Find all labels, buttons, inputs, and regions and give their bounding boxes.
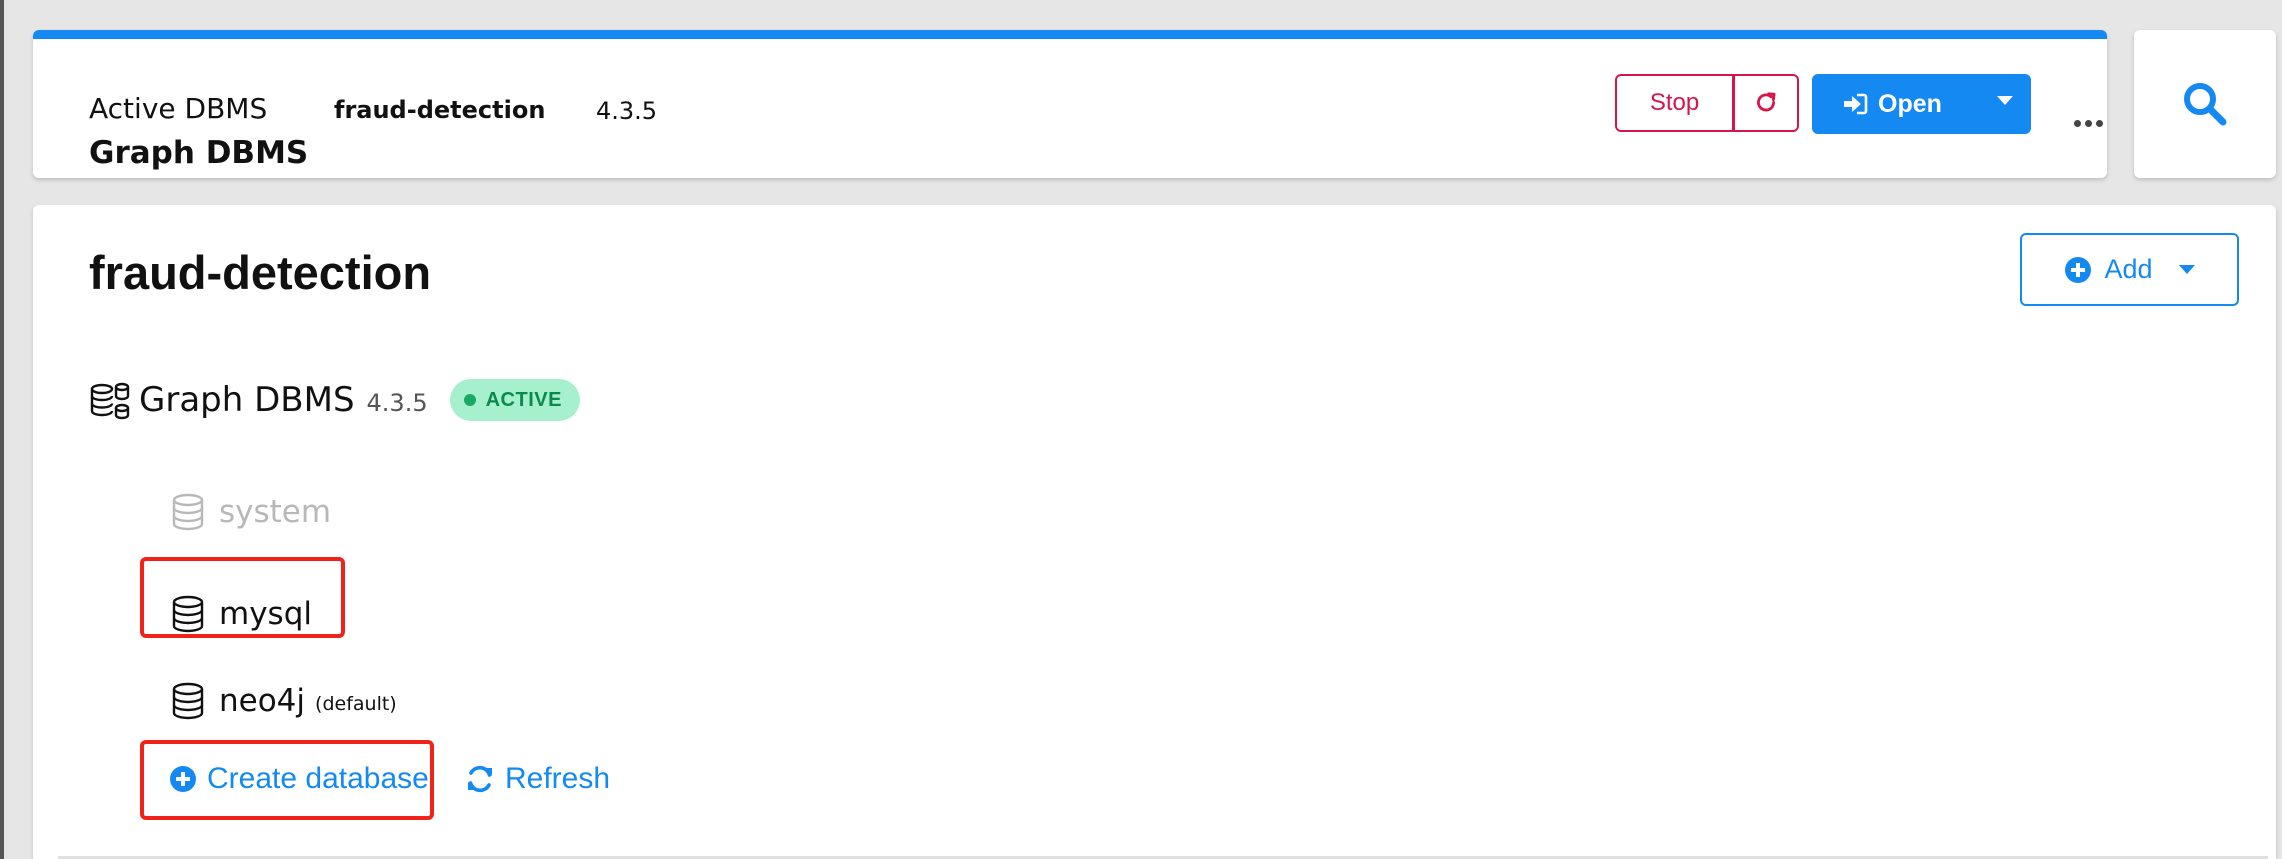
database-item-neo4j[interactable]: neo4j (default) [171, 676, 397, 726]
open-button-label: Open [1878, 89, 1942, 118]
status-dot-icon [463, 394, 476, 406]
dbms-summary: Graph DBMS 4.3.5 ACTIVE [89, 370, 580, 430]
database-icon [172, 493, 204, 531]
databases-icon [90, 382, 130, 420]
add-button[interactable]: Add [2020, 233, 2239, 306]
plus-circle-icon [2065, 256, 2092, 283]
page-title: fraud-detection [89, 246, 432, 299]
status-badge: ACTIVE [449, 379, 580, 421]
active-dbms-label: Active DBMS [89, 92, 268, 125]
open-dropdown-caret-icon[interactable] [1997, 96, 2013, 105]
dbms-version: 4.3.5 [366, 389, 428, 417]
header-dbms-title: Graph DBMS [89, 135, 309, 171]
more-options-icon[interactable] [2074, 114, 2107, 132]
search-icon [2184, 83, 2227, 126]
chevron-down-icon [2178, 265, 2195, 274]
create-database-label: Create database [207, 762, 429, 795]
database-name: mysql [219, 596, 312, 632]
dbms-name: Graph DBMS [139, 380, 355, 420]
database-item-system[interactable]: system [171, 487, 331, 537]
sign-in-icon [1844, 93, 1868, 115]
database-name: neo4j [219, 683, 306, 719]
stop-button[interactable]: Stop [1615, 74, 1734, 132]
open-button[interactable]: Open [1812, 74, 2031, 134]
database-icon [172, 682, 204, 720]
database-icon [172, 595, 204, 633]
window-edge [0, 0, 4, 859]
active-dbms-header: Active DBMS fraud-detection 4.3.5 Graph … [33, 30, 2107, 178]
refresh-label: Refresh [505, 762, 611, 795]
header-project-name: fraud-detection [334, 96, 546, 124]
add-button-label: Add [2104, 254, 2153, 284]
create-database-button[interactable]: Create database [169, 754, 429, 804]
database-name: system [219, 494, 332, 530]
default-database-tag: (default) [315, 693, 397, 715]
plus-circle-icon [170, 766, 196, 792]
restart-icon [1757, 92, 1776, 112]
refresh-button[interactable]: Refresh [465, 754, 610, 804]
refresh-icon [468, 765, 492, 793]
project-detail-panel: fraud-detection Add Graph DBMS 4.3.5 ACT… [33, 205, 2276, 859]
database-item-mysql[interactable]: mysql [171, 589, 312, 639]
search-button[interactable] [2134, 30, 2276, 178]
header-version: 4.3.5 [596, 97, 658, 125]
restart-button[interactable] [1734, 74, 1799, 132]
status-badge-label: ACTIVE [485, 388, 562, 411]
header-accent-bar [33, 30, 2107, 39]
